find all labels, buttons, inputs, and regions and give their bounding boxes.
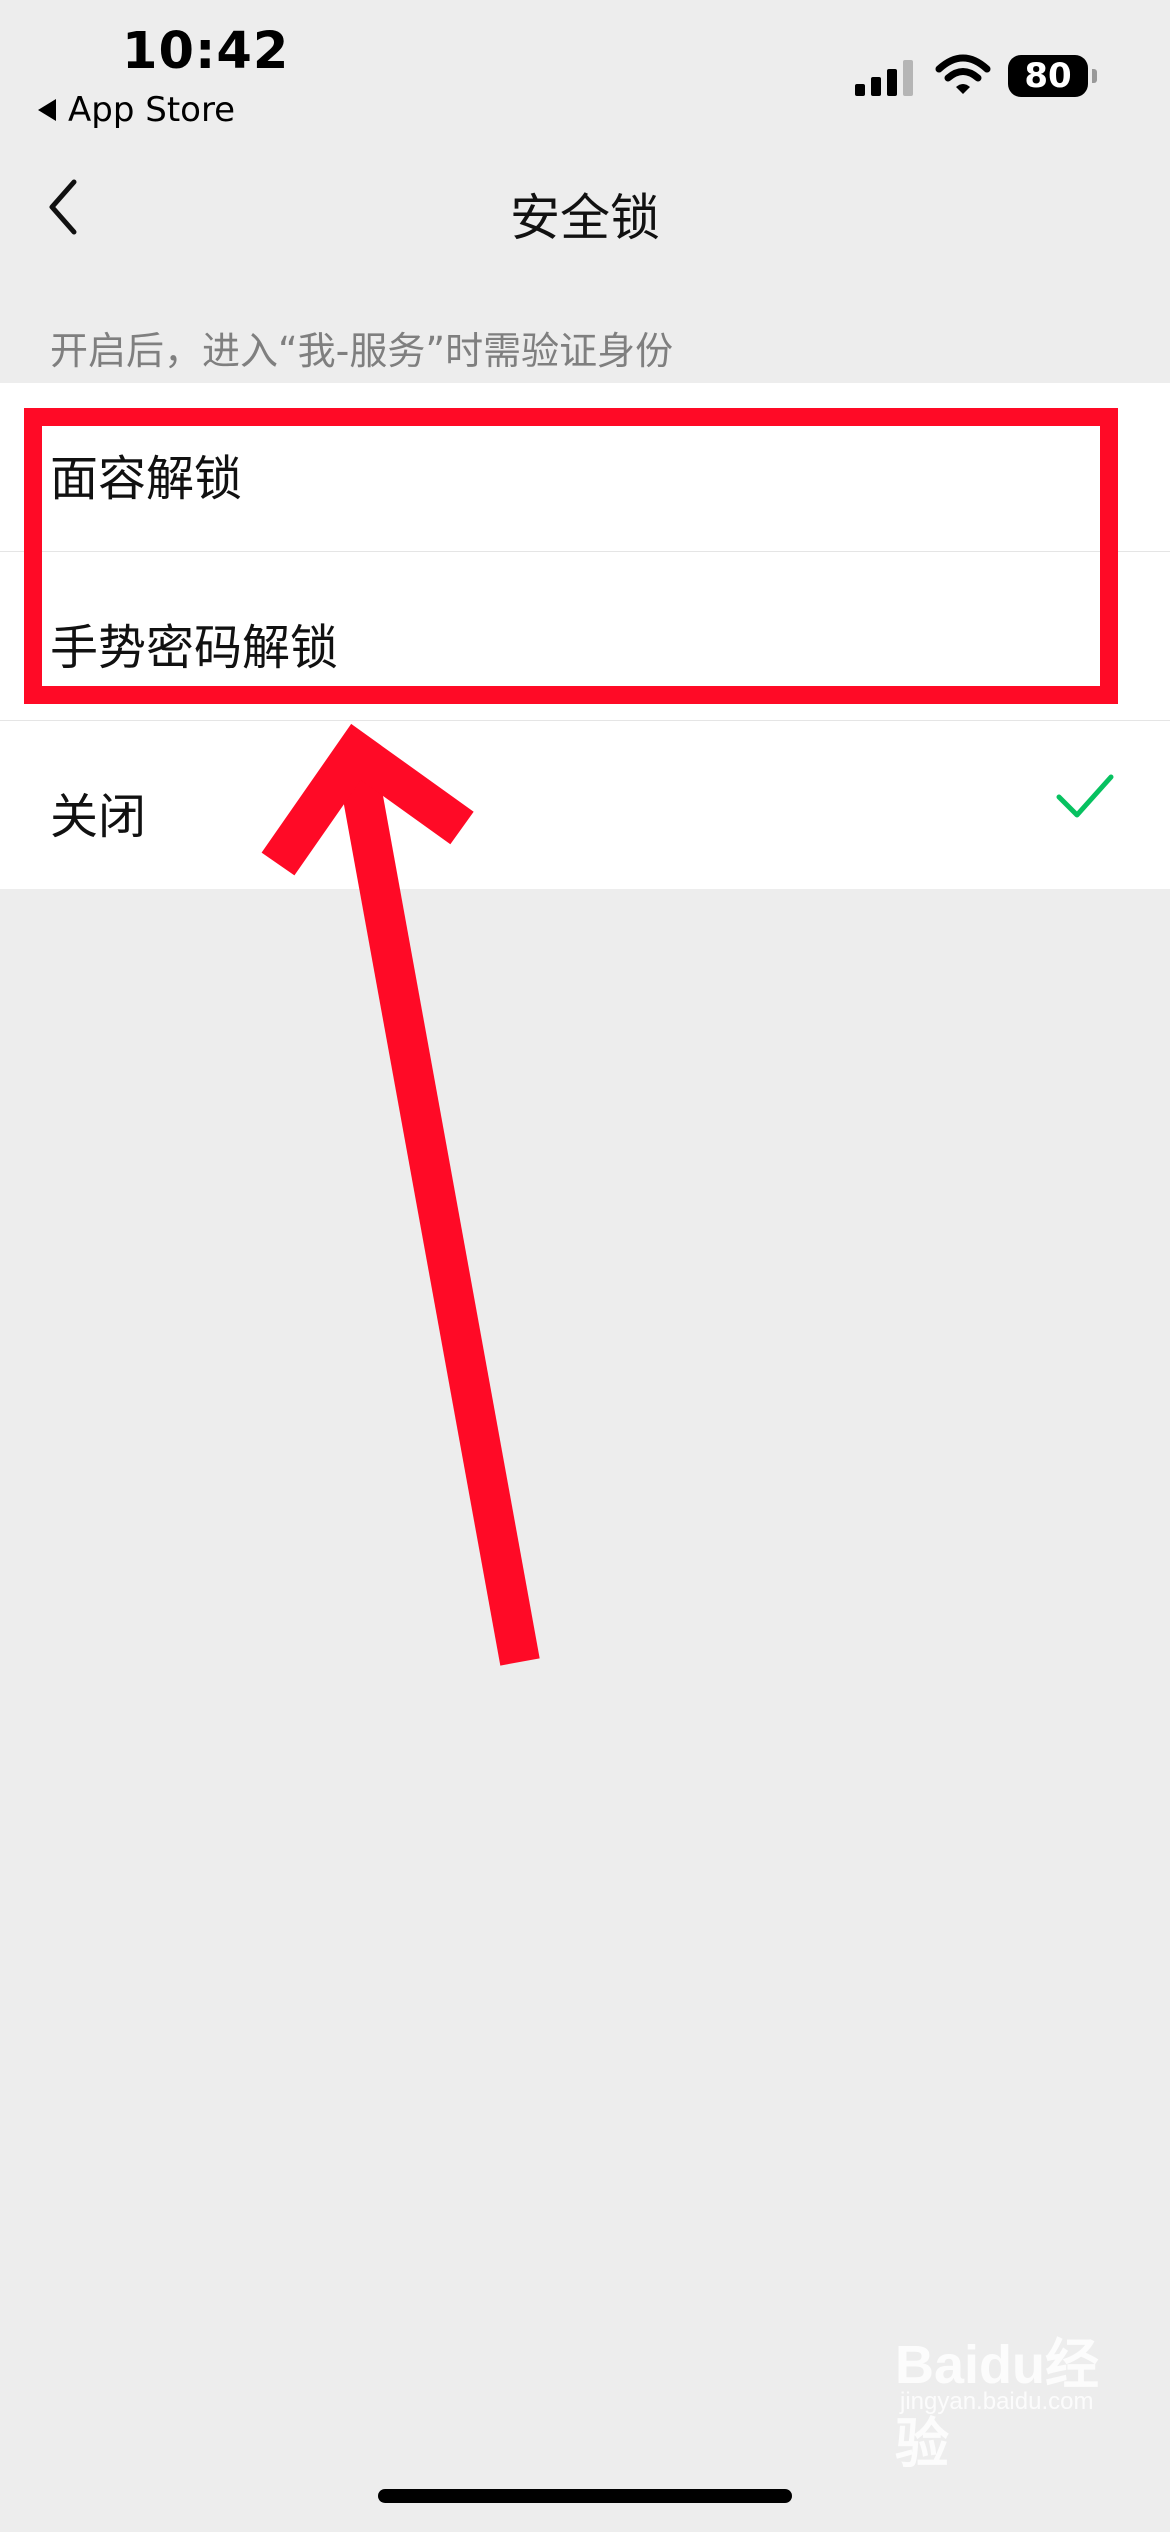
nav-bar: 安全锁: [0, 140, 1170, 270]
cellular-signal-icon: [855, 60, 913, 96]
baidu-watermark: Baidu经验 jingyan.baidu.com: [895, 2320, 1125, 2474]
status-time: 10:42: [122, 22, 290, 81]
option-label: 关闭: [50, 789, 147, 845]
lock-option-list: 面容解锁 手势密码解锁 关闭: [0, 383, 1170, 889]
option-gesture-unlock[interactable]: 手势密码解锁: [0, 552, 1170, 721]
option-face-unlock[interactable]: 面容解锁: [0, 383, 1170, 552]
watermark-sub: jingyan.baidu.com: [900, 2388, 1094, 2415]
option-label: 面容解锁: [50, 451, 243, 507]
status-bar: 10:42 App Store 80: [0, 0, 1170, 140]
option-off[interactable]: 关闭: [0, 721, 1170, 889]
wifi-icon: [935, 54, 991, 94]
section-hint: 开启后，进入“我-服务”时需验证身份: [50, 329, 674, 373]
back-app-label: App Store: [68, 90, 236, 130]
home-indicator[interactable]: [378, 2489, 792, 2503]
back-triangle-icon: [38, 99, 56, 121]
back-to-app-store-link[interactable]: App Store: [38, 90, 235, 130]
battery-icon: 80: [1008, 55, 1097, 97]
option-label: 手势密码解锁: [50, 620, 339, 676]
checkmark-icon: [1056, 774, 1114, 818]
page-title: 安全锁: [510, 189, 660, 247]
